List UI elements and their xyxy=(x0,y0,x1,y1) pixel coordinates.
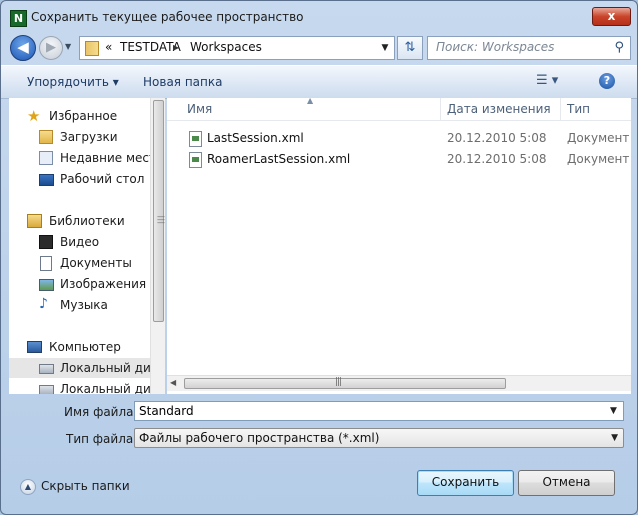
column-divider[interactable] xyxy=(440,98,441,120)
nav-item-music[interactable]: ♪ Музыка xyxy=(9,295,150,315)
xml-file-icon xyxy=(189,152,202,168)
table-row[interactable]: LastSession.xml 20.12.2010 5:08 Документ… xyxy=(167,128,631,149)
nav-item-video[interactable]: Видео xyxy=(9,232,150,252)
window-title: Сохранить текущее рабочее пространство xyxy=(31,10,304,24)
nav-item-pictures[interactable]: Изображения xyxy=(9,274,150,294)
nav-item-label: Музыка xyxy=(60,298,108,312)
nav-item-label: Документы xyxy=(60,256,132,270)
filename-input[interactable] xyxy=(134,401,624,421)
search-icon[interactable]: ⚲ xyxy=(614,40,624,55)
star-icon: ★ xyxy=(27,107,41,125)
recent-places-icon xyxy=(39,151,53,165)
nav-item-libraries[interactable]: Библиотеки xyxy=(9,211,150,231)
scroll-grip-icon: — — — xyxy=(157,212,165,227)
address-dropdown-icon[interactable]: ▼ xyxy=(376,37,394,59)
cancel-button[interactable]: Отмена xyxy=(518,470,615,496)
file-name: LastSession.xml xyxy=(207,131,304,145)
view-options-icon[interactable]: ☰ ▾ xyxy=(536,73,558,88)
file-date: 20.12.2010 5:08 xyxy=(447,131,547,145)
local-disk-icon xyxy=(39,385,54,394)
title-bar: N Сохранить текущее рабочее пространство… xyxy=(1,1,637,33)
filename-dropdown-icon[interactable]: ▼ xyxy=(610,406,617,416)
nav-item-label: Рабочий стол xyxy=(60,172,145,186)
documents-icon xyxy=(40,256,52,271)
filename-label: Имя файла: xyxy=(64,405,138,419)
folder-icon xyxy=(85,41,99,56)
file-list-scroll-thumb[interactable]: ||| xyxy=(184,377,506,389)
address-bar[interactable]: « TESTDATA ▸ Workspaces ▼ xyxy=(79,36,395,60)
app-icon: N xyxy=(10,10,27,27)
file-list-horizontal-scrollbar[interactable]: ◀ ||| xyxy=(167,375,631,391)
nav-item-local-disk[interactable]: Локальный диск xyxy=(9,379,150,394)
organize-button[interactable]: Упорядочить ▾ xyxy=(27,75,119,89)
file-name: RoamerLastSession.xml xyxy=(207,152,351,166)
filetype-select[interactable]: Файлы рабочего пространства (*.xml) ▼ xyxy=(134,428,624,448)
file-list-header: ▲ Имя Дата изменения Тип xyxy=(167,98,631,121)
column-header-type[interactable]: Тип xyxy=(567,102,590,116)
save-workspace-dialog: N Сохранить текущее рабочее пространство… xyxy=(0,0,638,515)
nav-item-label: Изображения xyxy=(60,277,147,291)
back-arrow-icon[interactable]: ◀ xyxy=(10,35,36,61)
nav-item-recent-places[interactable]: Недавние места xyxy=(9,148,150,168)
column-header-date[interactable]: Дата изменения xyxy=(447,102,551,116)
computer-icon xyxy=(27,341,42,353)
refresh-icon[interactable]: ⇅ xyxy=(397,36,423,60)
history-dropdown-icon[interactable]: ▼ xyxy=(65,42,75,52)
breadcrumb-separator[interactable]: ▸ xyxy=(173,40,179,54)
sort-ascending-icon: ▲ xyxy=(307,98,314,105)
save-button[interactable]: Сохранить xyxy=(417,470,514,496)
address-overflow-chevron[interactable]: « xyxy=(105,40,112,54)
music-icon: ♪ xyxy=(39,296,48,312)
column-header-name[interactable]: Имя xyxy=(187,102,212,116)
navigation-bar: ◀ ▶ ▼ « TESTDATA ▸ Workspaces ▼ ⇅ Поиск:… xyxy=(1,33,637,63)
search-placeholder: Поиск: Workspaces xyxy=(436,40,555,54)
nav-pane-scrollbar[interactable]: — — — xyxy=(150,98,165,394)
nav-item-label: Видео xyxy=(60,235,100,249)
scroll-left-icon[interactable]: ◀ xyxy=(170,378,176,387)
nav-item-label: Локальный диск xyxy=(60,382,150,394)
chevron-down-icon[interactable]: ▼ xyxy=(611,433,618,443)
file-type: Документ X xyxy=(567,131,631,145)
navigation-pane: ★ Избранное Загрузки Недавние места Рабо… xyxy=(9,98,150,394)
video-icon xyxy=(39,235,53,249)
command-toolbar: Упорядочить ▾ Новая папка ☰ ▾ ? xyxy=(1,65,637,99)
local-disk-icon xyxy=(39,364,54,374)
nav-item-downloads[interactable]: Загрузки xyxy=(9,127,150,147)
hide-folders-button[interactable]: ▲ Скрыть папки xyxy=(20,478,130,496)
nav-item-label: Библиотеки xyxy=(49,214,125,228)
nav-item-favorites[interactable]: ★ Избранное xyxy=(9,106,150,126)
hide-folders-label: Скрыть папки xyxy=(41,479,130,493)
nav-item-label: Компьютер xyxy=(49,340,121,354)
close-button[interactable]: x xyxy=(592,7,631,26)
forward-arrow-icon[interactable]: ▶ xyxy=(39,36,63,60)
table-row[interactable]: RoamerLastSession.xml 20.12.2010 5:08 До… xyxy=(167,149,631,170)
column-divider[interactable] xyxy=(560,98,561,120)
collapse-arrow-icon: ▲ xyxy=(20,479,36,495)
xml-file-icon xyxy=(189,131,202,147)
nav-item-computer[interactable]: Компьютер xyxy=(9,337,150,357)
scroll-grip-icon: ||| xyxy=(335,377,342,387)
downloads-folder-icon xyxy=(39,130,53,144)
breadcrumb-workspaces[interactable]: Workspaces xyxy=(190,40,262,54)
file-date: 20.12.2010 5:08 xyxy=(447,152,547,166)
nav-item-label: Локальный диск xyxy=(60,361,150,375)
new-folder-button[interactable]: Новая папка xyxy=(143,75,222,89)
filetype-selected-value: Файлы рабочего пространства (*.xml) xyxy=(139,431,380,445)
help-icon[interactable]: ? xyxy=(599,73,615,89)
nav-item-desktop[interactable]: Рабочий стол xyxy=(9,169,150,189)
breadcrumb-testdata[interactable]: TESTDATA xyxy=(120,40,181,54)
file-type: Документ X xyxy=(567,152,631,166)
search-input[interactable]: Поиск: Workspaces ⚲ xyxy=(427,36,631,60)
nav-item-local-disk-selected[interactable]: Локальный диск xyxy=(9,358,150,378)
libraries-icon xyxy=(27,214,42,228)
nav-item-label: Загрузки xyxy=(60,130,118,144)
nav-item-documents[interactable]: Документы xyxy=(9,253,150,273)
desktop-icon xyxy=(39,174,54,186)
nav-item-label: Недавние места xyxy=(60,151,150,165)
nav-pane-scroll-thumb[interactable]: — — — xyxy=(153,100,165,322)
nav-item-label: Избранное xyxy=(49,109,118,123)
file-list: ▲ Имя Дата изменения Тип LastSession.xml… xyxy=(167,98,631,394)
filetype-label: Тип файла: xyxy=(66,432,138,446)
pictures-icon xyxy=(39,279,54,291)
